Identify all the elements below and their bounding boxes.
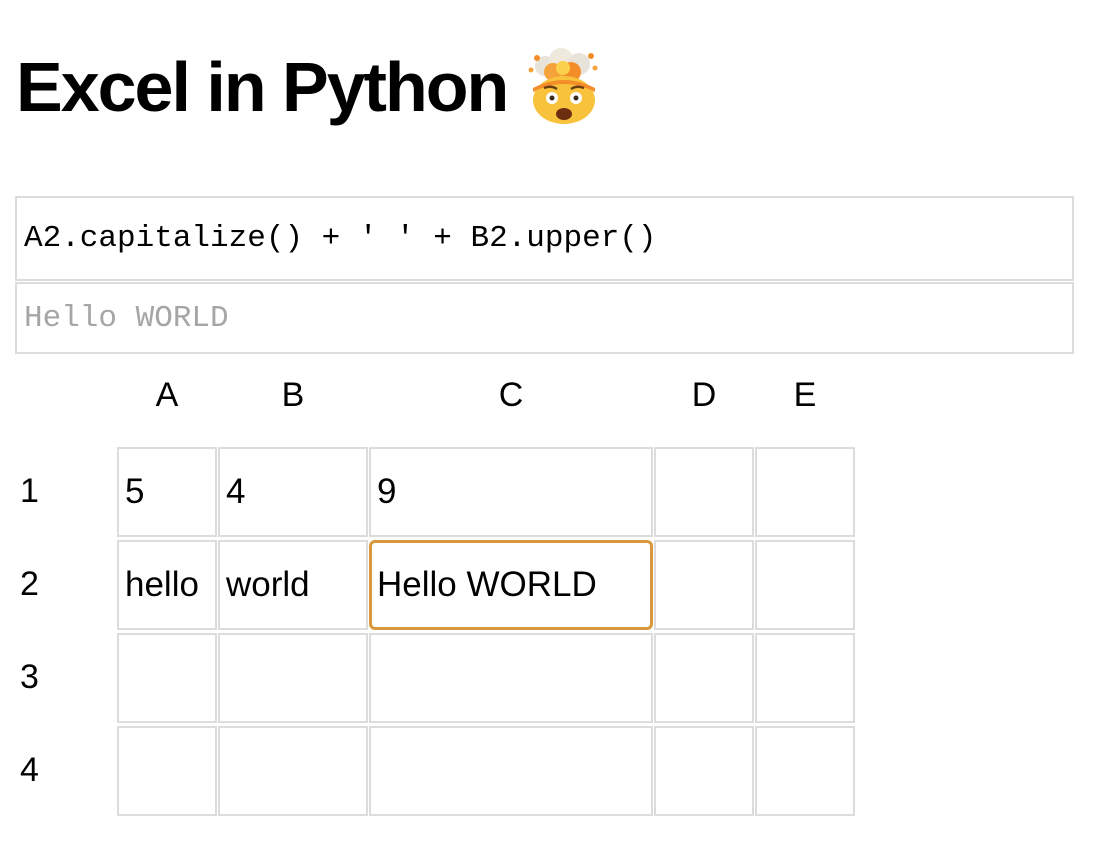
cell-e3[interactable] (755, 633, 855, 723)
cell-e1[interactable] (755, 447, 855, 537)
cell-a3[interactable] (117, 633, 217, 723)
cell-d4[interactable] (654, 726, 754, 816)
cell-a1[interactable]: 5 (117, 447, 217, 537)
page-title-text: Excel in Python (16, 48, 509, 126)
column-header-b: B (281, 376, 305, 414)
row-header-2: 2 (20, 565, 39, 603)
exploding-head-icon (528, 48, 598, 124)
column-header-c: C (498, 376, 524, 414)
formula-result: Hello WORLD (15, 282, 1074, 354)
cell-a4[interactable] (117, 726, 217, 816)
cell-c3[interactable] (369, 633, 653, 723)
column-header-d: D (691, 376, 717, 414)
row-header-3: 3 (20, 658, 39, 696)
cell-c2-selected[interactable]: Hello WORLD (369, 540, 653, 630)
cell-d2[interactable] (654, 540, 754, 630)
formula-input-text[interactable]: A2.capitalize() + ' ' + B2.upper() (24, 221, 657, 256)
row-header-1: 1 (20, 472, 39, 510)
cell-c4[interactable] (369, 726, 653, 816)
row-header-4: 4 (20, 751, 39, 789)
cell-b3[interactable] (218, 633, 368, 723)
formula-result-text: Hello WORLD (24, 300, 229, 336)
cell-e2[interactable] (755, 540, 855, 630)
cell-e4[interactable] (755, 726, 855, 816)
cell-b4[interactable] (218, 726, 368, 816)
column-header-a: A (155, 376, 179, 414)
formula-input[interactable]: A2.capitalize() + ' ' + B2.upper() (15, 196, 1074, 281)
cell-d1[interactable] (654, 447, 754, 537)
cell-d3[interactable] (654, 633, 754, 723)
cell-b2[interactable]: world (218, 540, 368, 630)
cell-c1[interactable]: 9 (369, 447, 653, 537)
cell-b1[interactable]: 4 (218, 447, 368, 537)
cell-a2[interactable]: hello (117, 540, 217, 630)
page-title: Excel in Python (16, 42, 603, 132)
column-header-e: E (793, 376, 817, 414)
